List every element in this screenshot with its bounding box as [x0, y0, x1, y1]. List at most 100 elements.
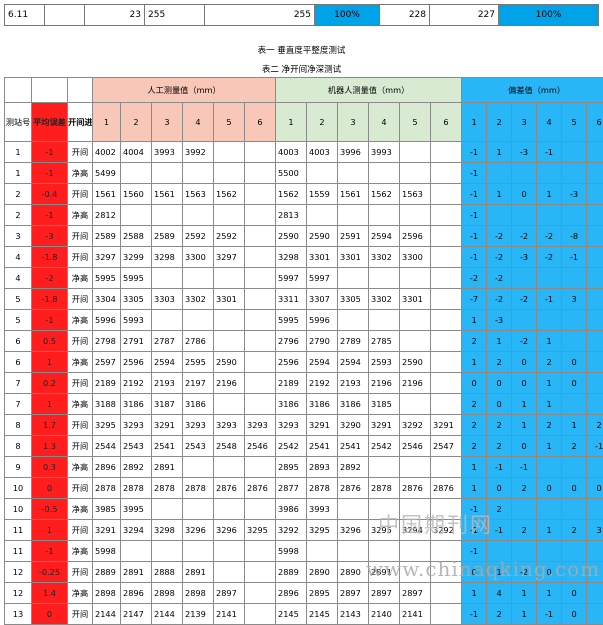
manual-value-cell	[245, 352, 276, 373]
header-row-indices: 测站号平均误差开间进深123456123456123456	[5, 103, 603, 142]
manual-value-cell	[245, 541, 276, 562]
manual-value-cell: 1563	[183, 184, 214, 205]
table-row: 130开间21442147214421392141214521452143214…	[5, 604, 603, 625]
deviation-cell: 1	[462, 352, 487, 373]
avg-error-cell: 0.5	[32, 331, 68, 352]
robot-value-cell: 3993	[307, 499, 338, 520]
robot-value-cell: 3186	[338, 394, 369, 415]
deviation-cell: 0	[512, 436, 537, 457]
header-station: 测站号	[5, 103, 32, 142]
manual-value-cell	[214, 394, 245, 415]
robot-value-cell	[369, 268, 400, 289]
deviation-cell: 4	[487, 583, 512, 604]
manual-value-cell	[245, 604, 276, 625]
table-row: 60.5开间2798279127872786279627902789278521…	[5, 331, 603, 352]
deviation-cell	[512, 268, 537, 289]
robot-value-cell	[369, 541, 400, 562]
deviation-cell	[587, 247, 603, 268]
deviation-cell	[587, 163, 603, 184]
robot-value-cell	[431, 352, 462, 373]
station-cell: 12	[5, 583, 32, 604]
robot-value-cell: 2892	[338, 457, 369, 478]
deviation-cell: 2	[562, 520, 587, 541]
manual-value-cell: 2544	[93, 436, 121, 457]
robot-value-cell: 3292	[400, 415, 431, 436]
robot-value-cell: 3292	[276, 520, 307, 541]
avg-error-cell: 1.7	[32, 415, 68, 436]
header-index: 3	[152, 103, 183, 142]
manual-value-cell	[214, 541, 245, 562]
station-cell: 6	[5, 352, 32, 373]
robot-value-cell: 3305	[338, 289, 369, 310]
robot-value-cell: 5996	[307, 310, 338, 331]
deviation-cell: 0	[537, 562, 562, 583]
manual-value-cell: 2891	[121, 562, 152, 583]
manual-value-cell	[214, 142, 245, 163]
station-cell: 1	[5, 163, 32, 184]
robot-value-cell: 2790	[307, 331, 338, 352]
avg-error-cell: -1	[32, 205, 68, 226]
manual-value-cell: 2589	[152, 226, 183, 247]
robot-value-cell: 2876	[338, 478, 369, 499]
robot-value-cell: 2896	[276, 583, 307, 604]
robot-value-cell: 3290	[338, 415, 369, 436]
deviation-cell: -1	[487, 520, 512, 541]
top-cell: 255	[145, 5, 205, 26]
deviation-cell: -1	[462, 604, 487, 625]
robot-value-cell	[431, 184, 462, 205]
deviation-cell	[537, 205, 562, 226]
robot-value-cell: 1562	[276, 184, 307, 205]
robot-value-cell: 3301	[307, 247, 338, 268]
manual-value-cell: 2592	[214, 226, 245, 247]
deviation-cell	[537, 163, 562, 184]
type-cell: 净高	[68, 457, 93, 478]
top-cell: 100%	[499, 5, 599, 26]
manual-value-cell: 2791	[121, 331, 152, 352]
robot-value-cell	[431, 205, 462, 226]
manual-value-cell: 1561	[152, 184, 183, 205]
table-row: 81.3开间2544254325412543254825462542254125…	[5, 436, 603, 457]
manual-value-cell: 2197	[183, 373, 214, 394]
header-index: 2	[487, 103, 512, 142]
robot-value-cell: 3292	[431, 520, 462, 541]
manual-value-cell	[245, 499, 276, 520]
avg-error-cell: -1	[32, 310, 68, 331]
station-cell: 7	[5, 394, 32, 415]
manual-value-cell: 5499	[93, 163, 121, 184]
manual-value-cell	[245, 583, 276, 604]
manual-value-cell: 2548	[214, 436, 245, 457]
header-index: 6	[245, 103, 276, 142]
robot-value-cell: 3300	[400, 247, 431, 268]
header-type: 开间进深	[68, 103, 93, 142]
deviation-cell: 3	[562, 289, 587, 310]
manual-value-cell: 2590	[214, 352, 245, 373]
deviation-cell: 0	[512, 184, 537, 205]
manual-value-cell: 2878	[93, 478, 121, 499]
robot-value-cell	[307, 205, 338, 226]
deviation-cell: -2	[487, 289, 512, 310]
type-cell: 净高	[68, 163, 93, 184]
manual-value-cell: 2543	[183, 436, 214, 457]
manual-value-cell: 5998	[93, 541, 121, 562]
station-cell: 9	[5, 457, 32, 478]
manual-value-cell	[152, 541, 183, 562]
deviation-cell: 1	[537, 583, 562, 604]
deviation-cell: -1	[462, 205, 487, 226]
deviation-cell	[587, 373, 603, 394]
deviation-cell	[537, 499, 562, 520]
manual-value-cell: 3303	[152, 289, 183, 310]
manual-value-cell: 2588	[121, 226, 152, 247]
top-cell: 228	[380, 5, 430, 26]
deviation-cell: -2	[512, 562, 537, 583]
table-row: 1-1开间40024004399339924003400339963993-11…	[5, 142, 603, 163]
deviation-cell: 1	[462, 310, 487, 331]
robot-value-cell	[400, 331, 431, 352]
manual-value-cell	[152, 205, 183, 226]
deviation-cell: -1	[462, 163, 487, 184]
robot-value-cell: 3186	[276, 394, 307, 415]
deviation-cell: 1	[487, 562, 512, 583]
robot-value-cell: 2876	[400, 478, 431, 499]
type-cell: 净高	[68, 205, 93, 226]
station-cell: 10	[5, 478, 32, 499]
header-index: 6	[587, 103, 603, 142]
